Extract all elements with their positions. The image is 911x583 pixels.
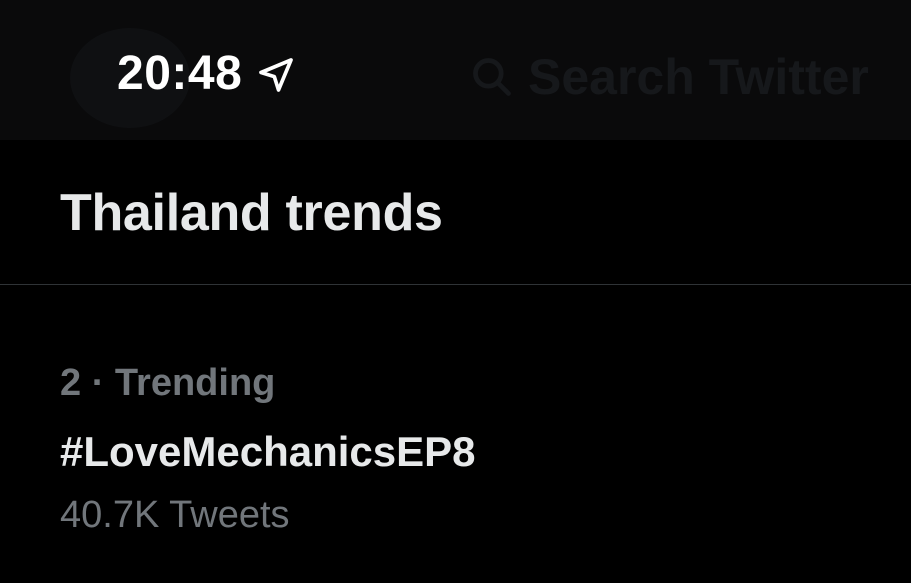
trend-item[interactable]: 2 · Trending #LoveMechanicsEP8 40.7K Twe… <box>0 340 911 550</box>
trend-meta: 2 · Trending <box>60 362 275 405</box>
search-icon <box>470 55 514 99</box>
status-bar: 20:48 <box>117 46 296 101</box>
trend-category: Trending <box>114 362 276 404</box>
search-bar[interactable]: Search Twitter <box>470 42 869 112</box>
search-placeholder: Search Twitter <box>528 49 869 105</box>
trend-separator: · <box>91 362 105 404</box>
trend-name[interactable]: #LoveMechanicsEP8 <box>60 428 476 476</box>
divider <box>0 284 911 285</box>
trend-rank: 2 <box>60 362 82 404</box>
location-arrow-icon <box>256 53 296 95</box>
status-time: 20:48 <box>117 47 243 100</box>
trend-tweet-count: 40.7K Tweets <box>60 494 290 536</box>
section-title: Thailand trends <box>60 184 443 242</box>
